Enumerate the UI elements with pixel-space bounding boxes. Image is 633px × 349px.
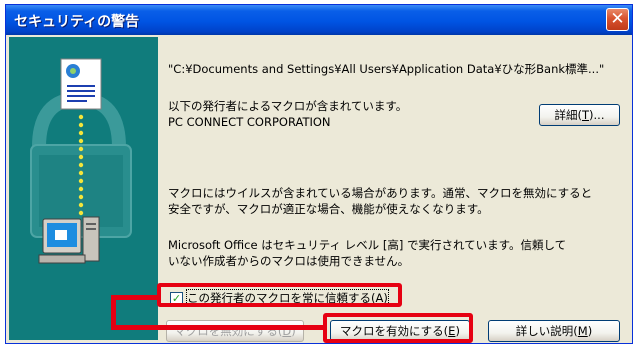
security-level-line-1: Microsoft Office はセキュリティ レベル [高] で実行されてい… (168, 238, 567, 252)
more-info-key: M (577, 324, 588, 338)
details-button[interactable]: 詳細(T)... (539, 104, 620, 126)
disable-macros-button[interactable]: マクロを無効にする(D) (166, 320, 304, 342)
details-button-label: 詳細( (554, 108, 583, 122)
annotation-connector-bottom (111, 325, 325, 330)
more-info-button[interactable]: 詳しい説明(M) (488, 320, 620, 342)
enable-button-highlight-box (323, 313, 473, 343)
security-level-line-2: いない作成者からのマクロは使用できません。 (168, 254, 410, 268)
more-info-label: 詳しい説明( (515, 324, 578, 338)
details-button-key: T (582, 108, 590, 122)
file-path-text: "C:¥Documents and Settings¥All Users¥App… (168, 62, 605, 76)
details-button-suffix: )... (589, 108, 605, 122)
checkbox-highlight-box (157, 283, 402, 307)
annotation-connector-top (111, 295, 157, 300)
publisher-intro-text: 以下の発行者によるマクロが含まれています。 (168, 99, 408, 113)
more-info-suffix: ) (587, 324, 593, 338)
macro-warning-line-2: 安全ですが、マクロが適正な場合、機能が使えなくなります。 (168, 202, 489, 216)
macro-warning-line-1: マクロにはウイルスが含まれている場合があります。通常、マクロを無効にすると (168, 186, 593, 200)
publisher-name-text: PC CONNECT CORPORATION (168, 115, 331, 129)
